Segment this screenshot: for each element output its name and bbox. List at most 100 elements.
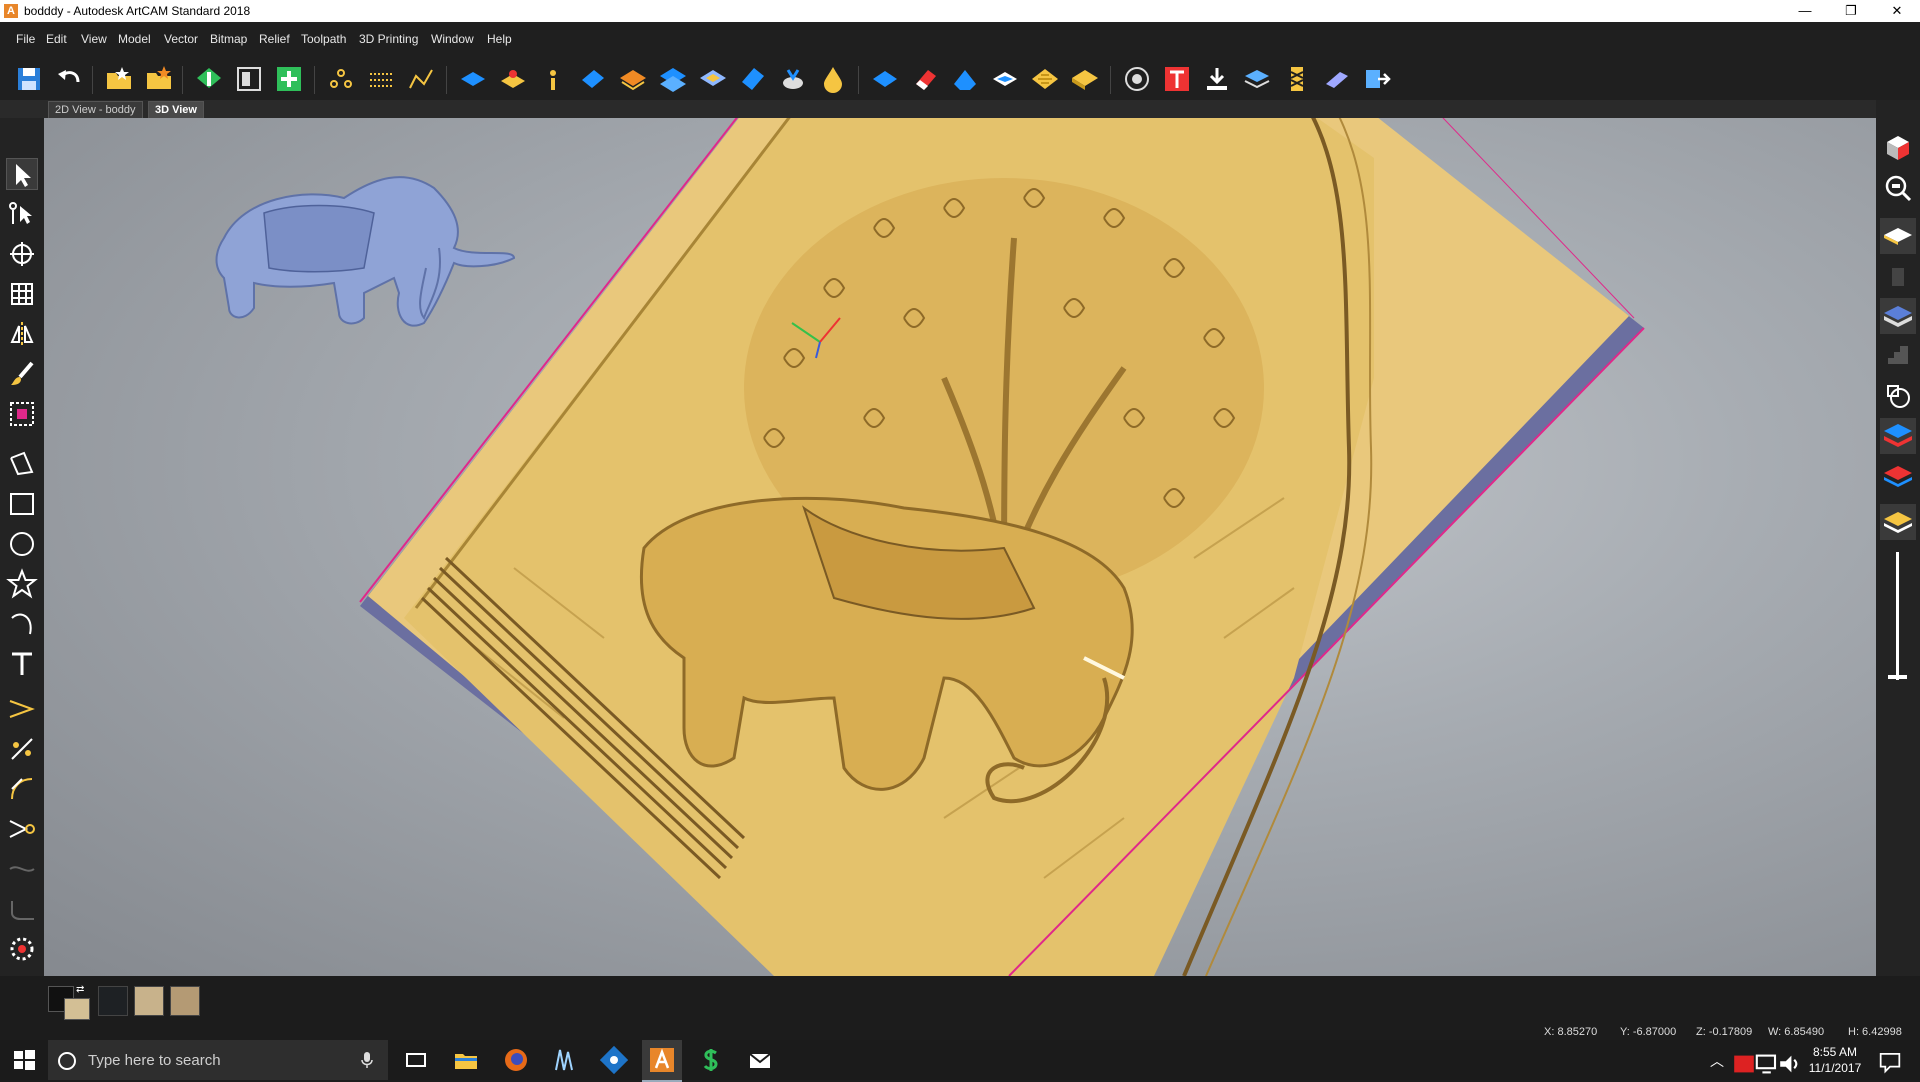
paint-brush-icon[interactable] [6,358,38,390]
relief-combine-icon[interactable] [698,64,728,94]
relief-point-icon[interactable] [538,64,568,94]
relief-smooth-icon[interactable] [778,64,808,94]
color-swatch-tan[interactable] [134,986,164,1016]
relief-blue2-icon[interactable] [870,64,900,94]
polyline-icon[interactable] [406,64,436,94]
trim-icon[interactable] [6,733,38,765]
menu-vector[interactable]: Vector [164,32,198,46]
open-project-icon[interactable] [144,64,174,94]
create-model-icon[interactable] [194,64,224,94]
dotted-lines-icon[interactable] [366,64,396,94]
microphone-icon[interactable] [360,1051,374,1069]
text-tool-icon[interactable] [6,648,38,680]
texture-icon[interactable] [1030,64,1060,94]
shapes-icon[interactable] [1880,378,1916,414]
menu-model[interactable]: Model [118,32,151,46]
minimize-button[interactable]: — [1782,0,1828,22]
tray-app-icon[interactable] [1730,1050,1754,1073]
zoom-slider-track[interactable] [1896,552,1899,680]
view-cube-icon[interactable] [1880,130,1916,166]
file-explorer-icon[interactable] [452,1046,480,1074]
layers-stack-icon[interactable] [1242,64,1272,94]
save-icon[interactable] [14,64,44,94]
firefox-icon[interactable] [502,1046,530,1074]
drop-icon[interactable] [818,64,848,94]
background-color-swatch[interactable] [64,998,90,1020]
menu-toolpath[interactable]: Toolpath [301,32,346,46]
color-swatch-brown[interactable] [170,986,200,1016]
mirror-icon[interactable] [6,318,38,350]
export-icon[interactable] [1362,64,1392,94]
menu-bitmap[interactable]: Bitmap [210,32,247,46]
taskbar-search[interactable]: Type here to search [48,1040,388,1080]
download-icon[interactable] [1202,64,1232,94]
notifications-icon[interactable] [1876,1048,1901,1074]
relief-diamond-icon[interactable] [738,64,768,94]
select-arrow-icon[interactable] [6,158,38,190]
node-edit-icon[interactable] [6,198,38,230]
color-swatch-black[interactable] [98,986,128,1016]
3d-viewport[interactable] [44,118,1876,976]
relief-gold-icon[interactable] [1070,64,1100,94]
wrap-relief-icon[interactable] [1322,64,1352,94]
open-folder-icon[interactable] [104,64,134,94]
model-size-icon[interactable] [234,64,264,94]
undo-icon[interactable] [54,64,84,94]
relief-blue-layer-icon[interactable] [1880,298,1916,334]
tab-2d-view[interactable]: 2D View - boddy [48,101,143,118]
task-view-icon[interactable] [402,1046,430,1074]
taskbar-clock[interactable]: 8:55 AM 11/1/2017 [1800,1044,1870,1076]
relief-add-icon[interactable] [498,64,528,94]
cad-app-icon[interactable] [550,1046,578,1074]
vector-offset-icon[interactable] [6,693,38,725]
menu-help[interactable]: Help [487,32,512,46]
layers-gold-icon[interactable] [1880,504,1916,540]
rectangle-icon[interactable] [6,488,38,520]
relief-plane-icon[interactable] [458,64,488,94]
close-button[interactable]: ✕ [1874,0,1920,22]
artcam-taskbar-button[interactable] [642,1040,682,1082]
weave-icon[interactable] [1282,64,1312,94]
circle-icon[interactable] [6,528,38,560]
layers-blue-icon[interactable] [1880,418,1916,454]
gear-settings-icon[interactable] [6,933,38,965]
polyline-draw-icon[interactable] [6,448,38,480]
relief-sculpt-icon[interactable] [950,64,980,94]
network-icon[interactable] [1754,1050,1777,1074]
tab-3d-view[interactable]: 3D View [148,101,204,118]
relief-stack-icon[interactable] [658,64,688,94]
relief-white-layer-icon[interactable] [1880,218,1916,254]
zoom-slider-handle[interactable] [1888,675,1907,679]
text-relief-icon[interactable] [1162,64,1192,94]
zoom-icon[interactable] [1880,170,1916,206]
arc-icon[interactable] [6,608,38,640]
menu-relief[interactable]: Relief [259,32,290,46]
menu-3d-printing[interactable]: 3D Printing [359,32,418,46]
star-icon[interactable] [6,568,38,600]
menu-window[interactable]: Window [431,32,474,46]
relief-blue-icon[interactable] [578,64,608,94]
mail-icon[interactable] [746,1046,774,1074]
menu-view[interactable]: View [81,32,107,46]
layers-red-icon[interactable] [1880,458,1916,494]
menu-edit[interactable]: Edit [46,32,67,46]
relief-layers-icon[interactable] [618,64,648,94]
volume-icon[interactable] [1776,1050,1798,1073]
app-icon-blue[interactable] [599,1045,629,1075]
nodes-icon[interactable] [326,64,356,94]
menu-file[interactable]: File [16,32,35,46]
grid-icon[interactable] [6,278,38,310]
green-dollar-app-icon[interactable] [697,1046,725,1074]
sculpt-circle-icon[interactable] [1122,64,1152,94]
tray-chevron-icon[interactable]: ︿ [1710,1051,1724,1071]
transform-icon[interactable] [6,238,38,270]
relief-flat-icon[interactable] [990,64,1020,94]
eraser-icon[interactable] [910,64,940,94]
add-icon[interactable] [274,64,304,94]
swap-colors-icon[interactable]: ⇄ [76,984,84,995]
restore-button[interactable]: ❐ [1828,0,1874,22]
fillet-icon[interactable] [6,773,38,805]
windows-start-icon[interactable] [10,1046,38,1074]
bitmap-select-icon[interactable] [6,398,38,430]
extend-icon[interactable] [6,813,38,845]
